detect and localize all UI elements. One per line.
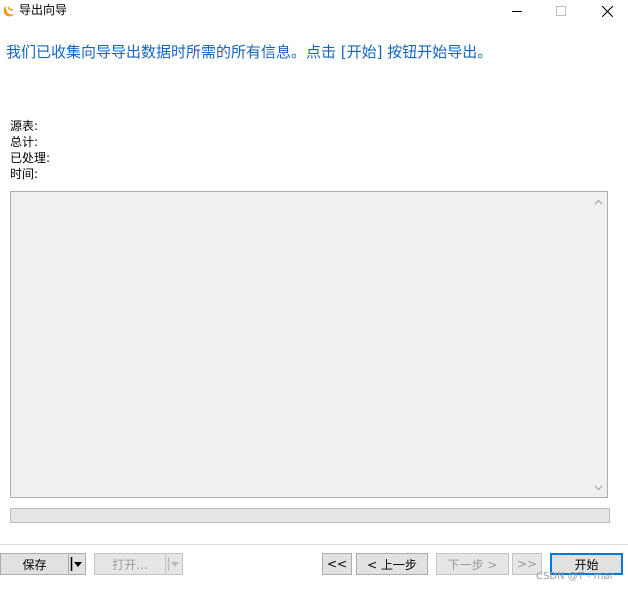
dropdown-arrow-icon: [167, 557, 179, 571]
next-button[interactable]: 下一步 >: [436, 553, 509, 575]
maximize-icon: [556, 6, 566, 16]
maximize-button[interactable]: [538, 0, 584, 22]
watermark: CSDN @T - mar: [536, 571, 614, 582]
dropdown-arrow-icon: [70, 557, 82, 571]
app-icon: [3, 6, 14, 17]
title-bar: 导出向导: [0, 0, 628, 22]
export-progress-bar: [10, 508, 610, 523]
minimize-icon: [512, 11, 522, 12]
time-label: 时间:: [10, 167, 39, 181]
footer-divider: [0, 544, 628, 545]
processed-label: 已处理:: [10, 151, 51, 165]
open-button[interactable]: 打开...: [94, 553, 166, 575]
chevron-up-icon: [594, 199, 603, 204]
close-button[interactable]: [584, 0, 628, 22]
window-title: 导出向导: [19, 3, 68, 17]
scroll-up-button[interactable]: [590, 193, 607, 210]
close-icon: [601, 5, 613, 17]
minimize-button[interactable]: [494, 0, 540, 22]
scroll-down-button[interactable]: [590, 479, 607, 496]
chevron-down-icon: [594, 485, 603, 490]
wizard-heading: 我们已收集向导导出数据时所需的所有信息。点击 [开始] 按钮开始导出。: [6, 43, 493, 61]
previous-button[interactable]: < 上一步: [356, 553, 428, 575]
source-table-label: 源表:: [10, 119, 39, 133]
first-step-button[interactable]: <<: [322, 553, 352, 575]
log-scrollbar[interactable]: [590, 192, 607, 497]
save-dropdown-button[interactable]: [68, 553, 86, 575]
open-dropdown-button[interactable]: [165, 553, 183, 575]
log-area[interactable]: [10, 191, 608, 498]
save-button[interactable]: 保存: [0, 553, 69, 575]
total-label: 总计:: [10, 135, 39, 149]
